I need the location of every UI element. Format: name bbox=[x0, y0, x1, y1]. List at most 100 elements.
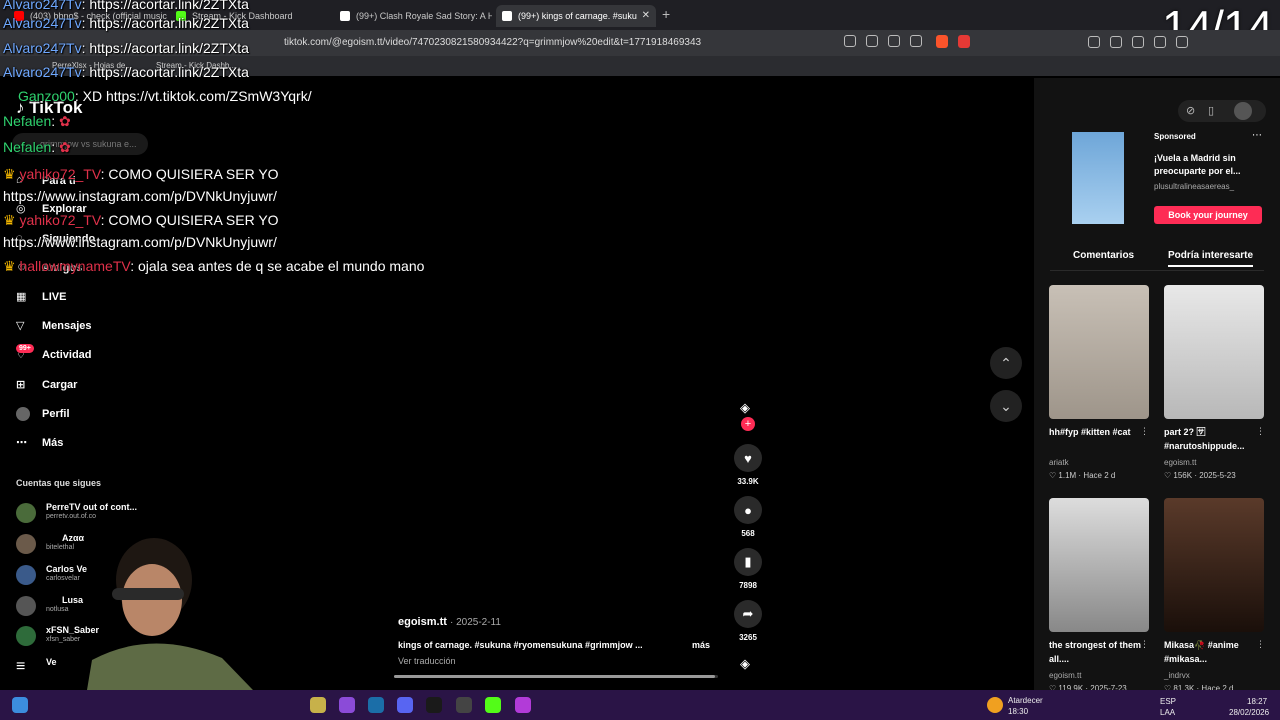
chat-message: Alvaro247Tv: https://acortar.link/2ZTXta bbox=[3, 40, 249, 56]
app-icon[interactable] bbox=[310, 697, 326, 713]
tiktok-icon bbox=[502, 11, 512, 21]
weather-icon[interactable] bbox=[987, 697, 1003, 713]
avatar bbox=[16, 565, 36, 585]
tiktok-icon bbox=[340, 11, 350, 21]
chat-message: ♛ hallowmynameTV: ojala sea antes de q s… bbox=[3, 258, 425, 274]
related-title[interactable]: hh#fyp #kitten #cat bbox=[1049, 425, 1145, 439]
upload-icon: ⊞ bbox=[16, 379, 26, 391]
app-icon[interactable] bbox=[515, 697, 531, 713]
more-icon[interactable]: ⋮ bbox=[1140, 426, 1149, 437]
brave-rewards-icon[interactable] bbox=[958, 35, 970, 48]
app-icon[interactable] bbox=[426, 697, 442, 713]
message-icon: ▽ bbox=[16, 320, 25, 332]
music-icon[interactable] bbox=[1154, 36, 1166, 48]
ad-account[interactable]: plusultralineasaereas_ bbox=[1154, 182, 1234, 191]
app-icon[interactable] bbox=[339, 697, 355, 713]
address-bar-icons bbox=[844, 35, 922, 47]
windows-taskbar bbox=[0, 690, 1280, 720]
brave-shield-icon[interactable] bbox=[936, 35, 948, 48]
bookmark-icon: ▮ bbox=[734, 548, 762, 576]
translate-icon[interactable] bbox=[844, 35, 856, 47]
next-video-button[interactable]: ⌄ bbox=[990, 390, 1022, 422]
kick-icon[interactable] bbox=[485, 697, 501, 713]
more-icon[interactable]: ⋯ bbox=[1252, 130, 1262, 141]
related-thumbnail[interactable] bbox=[1164, 498, 1264, 632]
nav-cargar[interactable]: ⊞ Cargar bbox=[16, 378, 77, 392]
avatar bbox=[16, 596, 36, 616]
extension-icons bbox=[1088, 36, 1188, 48]
chat-message: Nefalen: ✿ bbox=[3, 139, 71, 155]
nav-live[interactable]: ▦ LIVE bbox=[16, 290, 66, 304]
related-thumbnail[interactable] bbox=[1164, 285, 1264, 419]
language-indicator[interactable]: ESP bbox=[1160, 697, 1176, 706]
more-icon[interactable]: ⋮ bbox=[1256, 426, 1265, 437]
extension-icon[interactable] bbox=[1088, 36, 1100, 48]
save-button[interactable]: ▮ 7898 bbox=[734, 548, 762, 590]
new-tab-button[interactable]: + bbox=[662, 6, 670, 22]
chat-message: Alvaro247Tv: https://acortar.link/2ZTXta bbox=[3, 15, 249, 31]
following-account[interactable]: PerreTV out of cont... perretv.out.of.co bbox=[16, 501, 146, 525]
app-icon[interactable] bbox=[456, 697, 472, 713]
nav-mas[interactable]: ⋯ Más bbox=[16, 436, 63, 450]
nav-mensajes[interactable]: ▽ Mensajes bbox=[16, 319, 92, 333]
share-icon[interactable] bbox=[888, 35, 900, 47]
tab-comentarios[interactable]: Comentarios bbox=[1073, 250, 1134, 261]
close-icon[interactable]: ✕ bbox=[642, 10, 650, 21]
follow-plus-button[interactable]: + bbox=[741, 417, 755, 431]
avatar bbox=[16, 503, 36, 523]
tab-podria-interesarte[interactable]: Podría interesarte bbox=[1168, 250, 1254, 267]
translate-link[interactable]: Ver traducción bbox=[398, 656, 456, 666]
comment-button[interactable]: ● 568 bbox=[734, 496, 762, 538]
discord-icon[interactable] bbox=[397, 697, 413, 713]
share-arrow-icon: ➦ bbox=[734, 600, 762, 628]
clock-date[interactable]: 28/02/2026 bbox=[1229, 708, 1269, 717]
url-field[interactable]: tiktok.com/@egoism.tt/video/747023082158… bbox=[284, 37, 701, 48]
related-author[interactable]: ariatk bbox=[1049, 458, 1069, 467]
like-button[interactable]: ♥ 33.9K bbox=[734, 444, 762, 486]
related-thumbnail[interactable] bbox=[1049, 498, 1149, 632]
sidebar-icon[interactable] bbox=[1132, 36, 1144, 48]
more-icon: ⋯ bbox=[16, 437, 27, 449]
more-icon[interactable]: ⋮ bbox=[1140, 639, 1149, 650]
related-title[interactable]: Mikasa🥀 #anime #mikasa... bbox=[1164, 638, 1260, 666]
clock-time[interactable]: 18:27 bbox=[1247, 697, 1267, 706]
chat-message: ♛ yahiko72_TV: COMO QUISIERA SER YO bbox=[3, 212, 279, 228]
related-thumbnail[interactable] bbox=[1049, 285, 1149, 419]
browser-tab[interactable]: (99+) Clash Royale Sad Story: A Heart bbox=[334, 5, 492, 27]
crown-icon: ♛ bbox=[3, 166, 16, 182]
phone-icon[interactable]: ▯ bbox=[1208, 104, 1214, 117]
related-title[interactable]: the strongest of them all.... bbox=[1049, 638, 1145, 666]
video-progress-bar[interactable] bbox=[394, 675, 718, 678]
sound-disc-icon[interactable]: ◈ bbox=[740, 656, 750, 672]
related-author[interactable]: egoism.tt bbox=[1164, 458, 1196, 467]
related-author[interactable]: _indrvx bbox=[1164, 671, 1190, 680]
profile-avatar-icon[interactable] bbox=[1234, 102, 1252, 120]
puzzle-icon[interactable] bbox=[1110, 36, 1122, 48]
crown-icon: ♛ bbox=[3, 212, 16, 228]
share-button[interactable]: ➦ 3265 bbox=[734, 600, 762, 642]
windows-start-icon[interactable] bbox=[12, 697, 28, 713]
ad-image[interactable] bbox=[1072, 132, 1124, 224]
emote-icon: ✿ bbox=[59, 139, 71, 155]
book-journey-button[interactable]: Book your journey bbox=[1154, 206, 1262, 224]
video-author[interactable]: egoism.tt · 2025-2-11 bbox=[398, 616, 501, 628]
more-link[interactable]: más bbox=[692, 640, 710, 650]
chat-message: https://www.instagram.com/p/DVNkUnyjuwr/ bbox=[3, 188, 277, 204]
chat-message: Nefalen: ✿ bbox=[3, 113, 71, 129]
coin-icon[interactable]: ⊘ bbox=[1186, 104, 1195, 117]
nav-perfil[interactable]: Perfil bbox=[16, 407, 70, 421]
window-icon[interactable] bbox=[1176, 36, 1188, 48]
ad-title[interactable]: ¡Vuela a Madrid sin preocuparte por el..… bbox=[1154, 152, 1250, 178]
steam-icon[interactable] bbox=[368, 697, 384, 713]
chat-message: ♛ yahiko72_TV: COMO QUISIERA SER YO bbox=[3, 166, 279, 182]
cast-icon[interactable] bbox=[866, 35, 878, 47]
glasses-shape bbox=[112, 588, 184, 600]
bookmark-icon[interactable] bbox=[910, 35, 922, 47]
related-author[interactable]: egoism.tt bbox=[1049, 671, 1081, 680]
live-icon: ▦ bbox=[16, 291, 27, 303]
more-icon[interactable]: ⋮ bbox=[1256, 639, 1265, 650]
previous-video-button[interactable]: ⌃ bbox=[990, 347, 1022, 379]
related-title[interactable]: part 2? 🈂 #narutoshippude... bbox=[1164, 425, 1260, 453]
creator-avatar-icon[interactable]: ◈ bbox=[740, 400, 750, 416]
browser-tab-active[interactable]: (99+) kings of carnage. #suku ✕ bbox=[496, 5, 656, 27]
